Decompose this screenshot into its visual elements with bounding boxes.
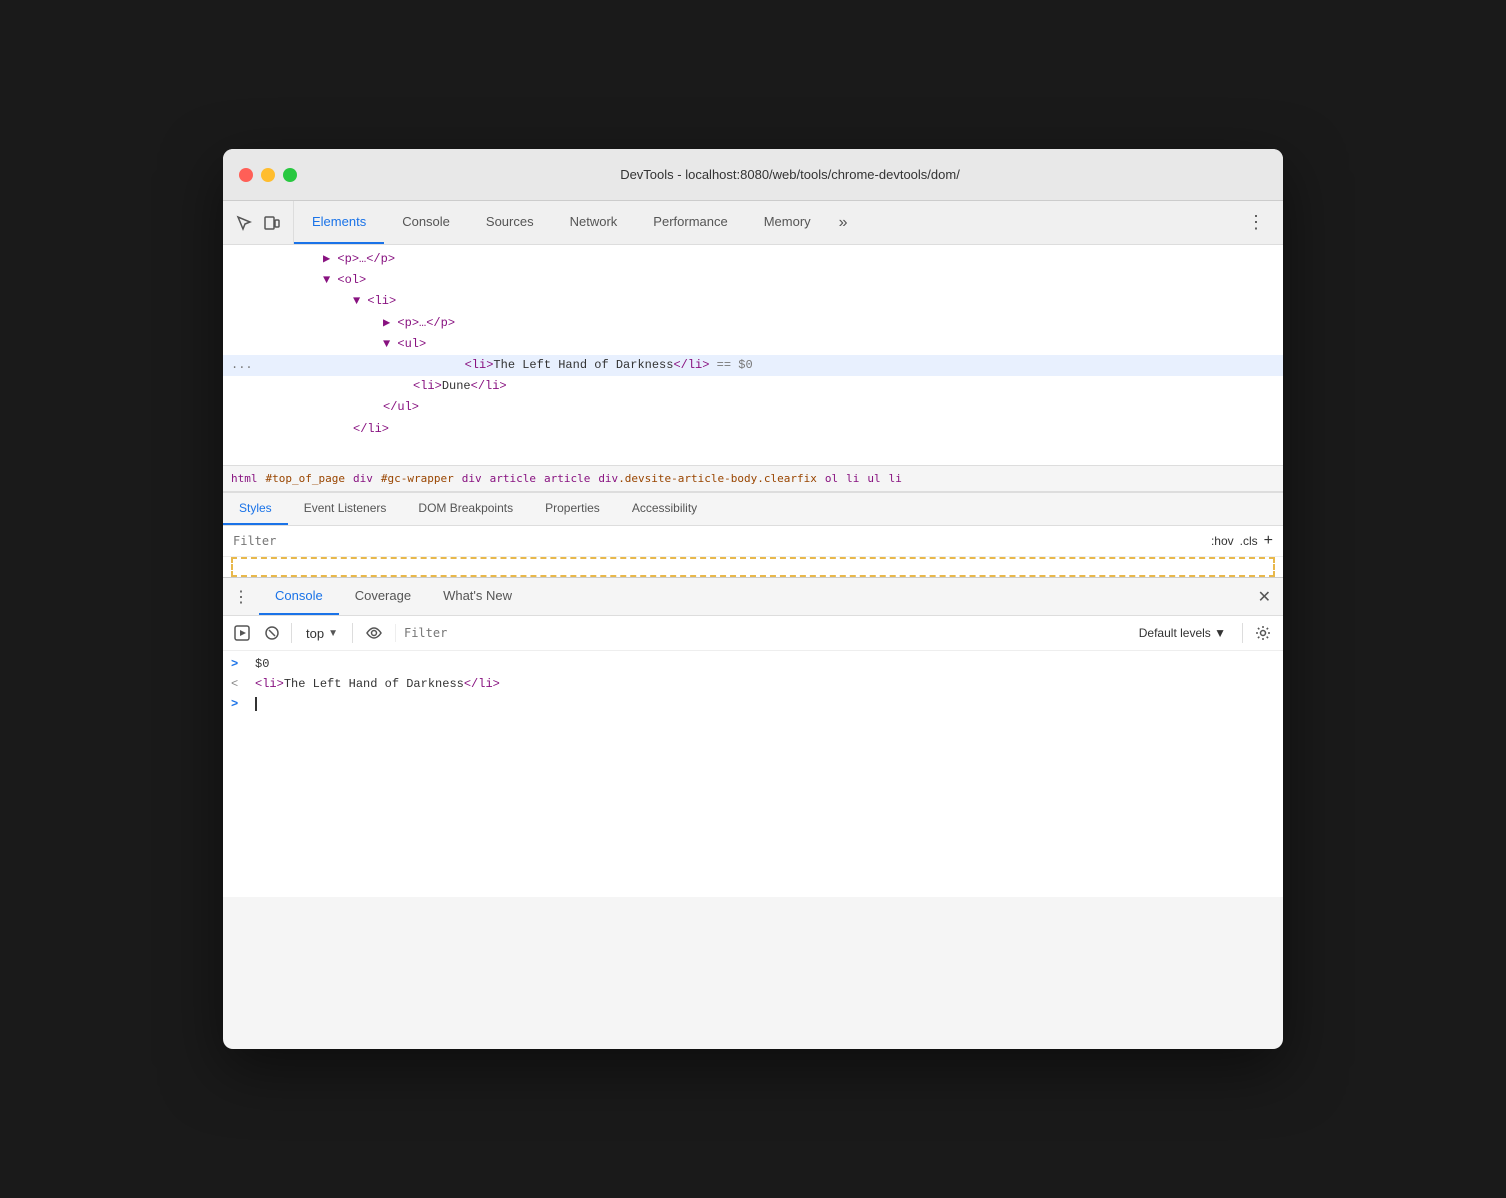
tab-elements[interactable]: Elements <box>294 201 384 244</box>
breadcrumb-gc-wrapper[interactable]: #gc-wrapper <box>381 472 454 485</box>
dom-line[interactable]: <li>Dune</li> <box>223 376 1283 397</box>
console-input-prompt: > <box>231 697 247 711</box>
context-selector[interactable]: top ▼ <box>300 624 344 643</box>
console-more-icon[interactable]: ⋮ <box>223 587 259 607</box>
hov-cls-controls: :hov .cls + <box>1211 532 1273 550</box>
dom-line[interactable]: </ul> <box>223 397 1283 418</box>
console-result-prompt: < <box>231 677 247 691</box>
styles-tabbar: Styles Event Listeners DOM Breakpoints P… <box>223 493 1283 526</box>
styles-filter-bar: :hov .cls + <box>223 526 1283 557</box>
breadcrumb-ol[interactable]: ol <box>825 472 838 485</box>
console-input-line[interactable]: > <box>223 695 1283 715</box>
styles-tab-event-listeners[interactable]: Event Listeners <box>288 493 403 525</box>
separator <box>291 623 292 643</box>
breadcrumb-div-clearfix[interactable]: div.devsite-article-body.clearfix <box>598 472 817 485</box>
console-output-value: <li>The Left Hand of Darkness</li> <box>255 677 500 691</box>
console-prompt: > <box>231 657 247 671</box>
console-close-button[interactable]: ✕ <box>1246 587 1283 607</box>
minimize-button[interactable] <box>261 168 275 182</box>
eye-button[interactable] <box>361 620 387 646</box>
window-title: DevTools - localhost:8080/web/tools/chro… <box>313 167 1267 182</box>
maximize-button[interactable] <box>283 168 297 182</box>
kebab-menu-icon[interactable]: ⋮ <box>1239 208 1273 237</box>
dom-line[interactable]: ▼ <li> <box>223 291 1283 312</box>
log-levels-dropdown[interactable]: Default levels ▼ <box>1131 626 1234 640</box>
breadcrumb-ul[interactable]: ul <box>867 472 880 485</box>
console-tab-console[interactable]: Console <box>259 578 339 615</box>
breadcrumb-article2[interactable]: article <box>544 472 590 485</box>
styles-tab-properties[interactable]: Properties <box>529 493 616 525</box>
console-toolbar: top ▼ Default levels ▼ <box>223 616 1283 651</box>
breadcrumb-html[interactable]: html <box>231 472 258 485</box>
console-tab-whats-new[interactable]: What's New <box>427 578 528 615</box>
traffic-lights <box>239 168 297 182</box>
close-button[interactable] <box>239 168 253 182</box>
main-tabbar: Elements Console Sources Network Perform… <box>223 201 1283 245</box>
tab-network[interactable]: Network <box>552 201 636 244</box>
breadcrumb-article1[interactable]: article <box>490 472 536 485</box>
console-value: $0 <box>255 657 269 671</box>
inspect-icon[interactable] <box>233 212 255 234</box>
execute-button[interactable] <box>231 622 253 644</box>
separator <box>1242 623 1243 643</box>
hov-button[interactable]: :hov <box>1211 534 1234 548</box>
breadcrumb-bar: html #top_of_page div #gc-wrapper div ar… <box>223 465 1283 492</box>
styles-panel: Styles Event Listeners DOM Breakpoints P… <box>223 492 1283 577</box>
breadcrumb-div1[interactable]: div <box>353 472 373 485</box>
devtools-window: DevTools - localhost:8080/web/tools/chro… <box>223 149 1283 1049</box>
console-area: ⋮ Console Coverage What's New ✕ <box>223 577 1283 897</box>
tab-memory[interactable]: Memory <box>746 201 829 244</box>
console-tab-coverage[interactable]: Coverage <box>339 578 427 615</box>
tab-sources[interactable]: Sources <box>468 201 552 244</box>
tab-console[interactable]: Console <box>384 201 468 244</box>
separator <box>352 623 353 643</box>
console-line[interactable]: < <li>The Left Hand of Darkness</li> <box>223 675 1283 695</box>
cls-button[interactable]: .cls <box>1240 534 1258 548</box>
dom-line[interactable]: ▼ <ol> <box>223 270 1283 291</box>
dom-line[interactable]: ▶ <p>…</p> <box>223 313 1283 334</box>
dom-line-selected[interactable]: ... <li>The Left Hand of Darkness</li> =… <box>223 355 1283 376</box>
elements-panel[interactable]: ▶ <p>…</p> ▼ <ol> ▼ <li> ▶ <p>…</p> ▼ <u… <box>223 245 1283 465</box>
breadcrumb-div2[interactable]: div <box>462 472 482 485</box>
cursor <box>255 697 257 711</box>
console-filter-input[interactable] <box>395 624 1123 642</box>
dropdown-arrow: ▼ <box>328 628 338 639</box>
styles-filter-input[interactable] <box>233 534 1203 548</box>
dashed-style-box <box>231 557 1275 577</box>
add-style-button[interactable]: + <box>1264 532 1273 550</box>
device-toggle-icon[interactable] <box>261 212 283 234</box>
dom-line[interactable]: </li> <box>223 419 1283 440</box>
console-line[interactable]: > $0 <box>223 655 1283 675</box>
styles-tab-styles[interactable]: Styles <box>223 493 288 525</box>
dom-line[interactable]: ▼ <ul> <box>223 334 1283 355</box>
styles-tab-dom-breakpoints[interactable]: DOM Breakpoints <box>402 493 529 525</box>
tabbar-right: ⋮ <box>1239 201 1283 244</box>
console-settings-button[interactable] <box>1251 621 1275 645</box>
clear-button[interactable] <box>261 622 283 644</box>
titlebar: DevTools - localhost:8080/web/tools/chro… <box>223 149 1283 201</box>
dom-line[interactable]: ▶ <p>…</p> <box>223 249 1283 270</box>
breadcrumb-li1[interactable]: li <box>846 472 859 485</box>
breadcrumb-top-of-page[interactable]: #top_of_page <box>266 472 345 485</box>
tab-performance[interactable]: Performance <box>635 201 745 244</box>
styles-tab-accessibility[interactable]: Accessibility <box>616 493 713 525</box>
tabbar-icon-group <box>223 201 294 244</box>
console-content[interactable]: > $0 < <li>The Left Hand of Darkness</li… <box>223 651 1283 897</box>
breadcrumb-li2[interactable]: li <box>889 472 902 485</box>
more-tabs-button[interactable]: » <box>829 201 858 244</box>
console-tabbar: ⋮ Console Coverage What's New ✕ <box>223 578 1283 616</box>
